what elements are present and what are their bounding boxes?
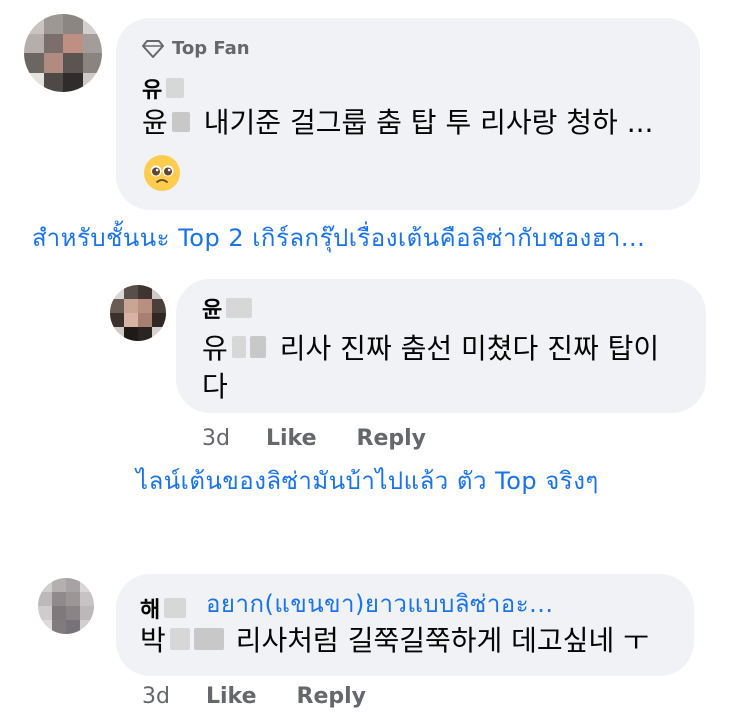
like-button[interactable]: Like (206, 684, 257, 709)
reply-button[interactable]: Reply (297, 684, 367, 709)
comment-thread: Top Fan 유 윤 내기준 걸그룹 춤 탑 투 리사랑 청하 ... สำหร… (0, 0, 750, 723)
caption-overlay: ไลน์เต้นของลิซ่ามันบ้าไปแล้ว ตัว Top จริ… (136, 467, 599, 495)
comment-actions: 3d Like Reply (202, 426, 466, 451)
avatar[interactable] (24, 14, 102, 92)
commenter-name[interactable]: 해 (140, 592, 187, 624)
comment-actions: 3d Like Reply (142, 684, 406, 709)
like-button[interactable]: Like (266, 426, 317, 451)
reply-button[interactable]: Reply (357, 426, 427, 451)
caption-overlay: อยาก(แขนขา)ยาวแบบลิซ่าอะ... (206, 590, 554, 618)
top-fan-badge: Top Fan (142, 38, 250, 59)
avatar[interactable] (110, 285, 166, 341)
pleading-face-icon (144, 155, 180, 191)
avatar[interactable] (38, 578, 94, 634)
redacted-name (169, 628, 190, 650)
redacted-name (193, 628, 224, 650)
caption-overlay: สำหรับชั้นนะ Top 2 เกิร์ลกรุ๊ปเรื่องเต้น… (32, 224, 646, 252)
commenter-name[interactable]: 윤 (202, 292, 253, 324)
redacted-name (249, 336, 266, 358)
timestamp: 3d (202, 426, 230, 451)
redacted-name (166, 78, 185, 98)
comment-text-continued: 다 (202, 370, 228, 403)
comment-text: 윤 내기준 걸그룹 춤 탑 투 리사랑 청하 ... (142, 106, 654, 139)
redacted-name (231, 336, 246, 358)
diamond-icon (142, 39, 164, 58)
timestamp: 3d (142, 684, 170, 709)
redacted-name (226, 298, 253, 318)
redacted-name (171, 112, 190, 132)
comment-text: 박 리사처럼 길쭉길쭉하게 데고싶네 ㅜ (140, 624, 649, 657)
redacted-name (164, 598, 187, 618)
comment-text: 유 리사 진짜 춤선 미쳤다 진짜 탑이 (202, 332, 660, 365)
commenter-name[interactable]: 유 (142, 72, 185, 104)
badge-label: Top Fan (172, 38, 250, 59)
